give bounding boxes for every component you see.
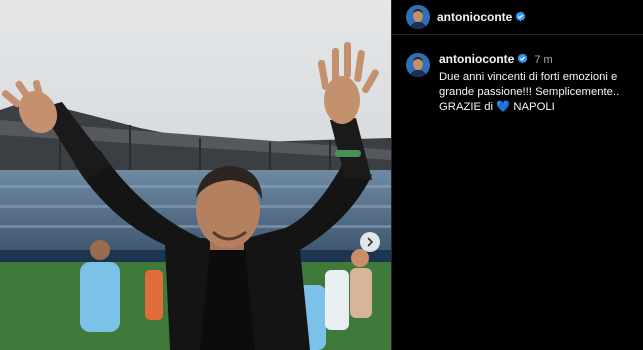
caption-meta: antonioconte 7 m xyxy=(439,52,637,68)
post-time[interactable]: 7 m xyxy=(534,54,552,66)
header-username[interactable]: antonioconte xyxy=(437,10,526,24)
post-side-panel: antonioconte antonioconte 7 m Due anni v… xyxy=(391,0,643,350)
chevron-right-icon xyxy=(367,237,374,247)
caption-line-1: Due anni vincenti di forti emozioni e gr… xyxy=(439,71,620,98)
next-photo-button[interactable] xyxy=(360,232,380,252)
stadium-scene xyxy=(0,0,391,350)
avatar[interactable] xyxy=(406,5,430,29)
verified-badge-icon xyxy=(516,11,526,22)
caption-username[interactable]: antonioconte xyxy=(439,52,514,66)
avatar[interactable] xyxy=(406,53,430,77)
blue-heart-icon: 💙 xyxy=(496,101,511,113)
profile-picture xyxy=(406,5,430,29)
post-photo[interactable] xyxy=(0,0,391,350)
caption-line-2-prefix: GRAZIE di xyxy=(439,101,493,113)
profile-picture xyxy=(406,53,430,77)
caption-body: antonioconte 7 m Due anni vincenti di fo… xyxy=(439,52,637,115)
caption-line-2-suffix: NAPOLI xyxy=(513,101,555,113)
post-header: antonioconte xyxy=(392,0,643,35)
verified-badge-icon xyxy=(518,53,528,64)
caption-text: Due anni vincenti di forti emozioni e gr… xyxy=(439,70,637,115)
